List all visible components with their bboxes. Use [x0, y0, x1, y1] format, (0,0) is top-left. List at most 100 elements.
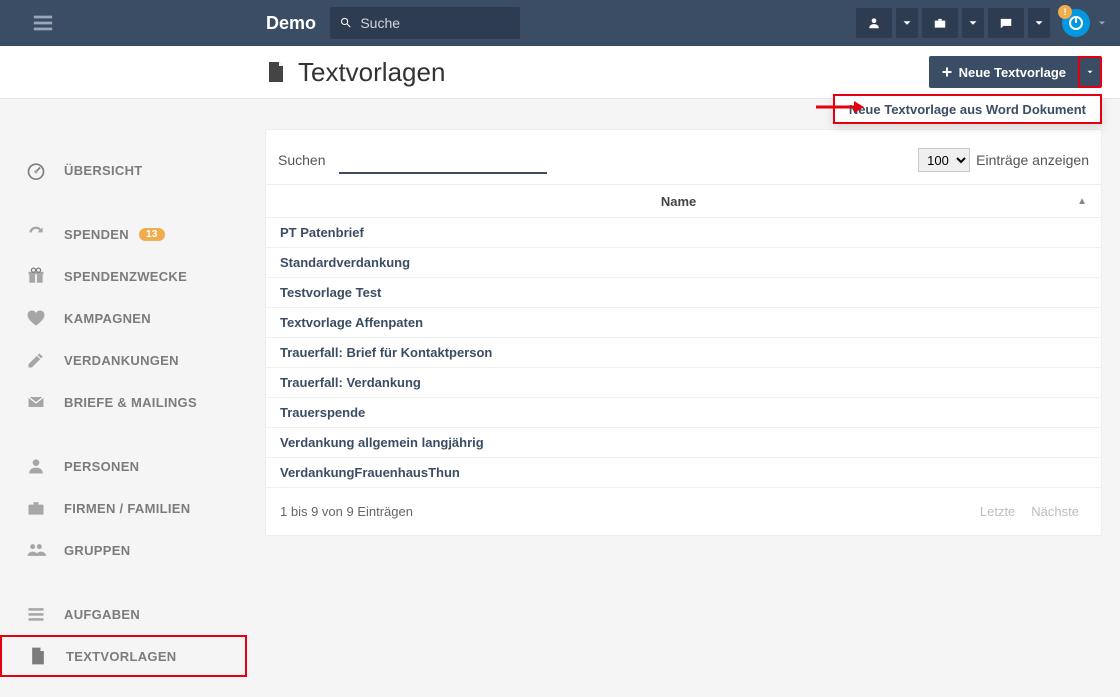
- sidebar: ÜBERSICHT SPENDEN13 SPENDENZWECKE KAMPAGNEN…: [0, 99, 247, 697]
- topbar: Demo !: [0, 0, 1120, 46]
- template-link[interactable]: VerdankungFrauenhausThun: [280, 465, 460, 480]
- file-icon: [28, 646, 48, 666]
- table-row: PT Patenbrief: [266, 218, 1101, 248]
- sidebar-item-firmen-familien[interactable]: FIRMEN / FAMILIEN: [0, 487, 247, 529]
- dropdown-item-label: Neue Textvorlage aus Word Dokument: [849, 102, 1086, 117]
- page-title: Textvorlagen: [298, 57, 445, 88]
- panel-controls: Suchen 100 Einträge anzeigen: [266, 130, 1101, 184]
- heart-icon: [26, 308, 46, 328]
- main-content: Suchen 100 Einträge anzeigen Name ▲ PT P…: [247, 99, 1120, 697]
- page-header: Textvorlagen Neue Textvorlage: [0, 46, 1120, 99]
- global-search-input[interactable]: [360, 15, 510, 31]
- user-menu-caret[interactable]: [896, 8, 918, 38]
- sidebar-item-label: ÜBERSICHT: [64, 163, 143, 178]
- search-icon: [340, 16, 352, 30]
- caret-down-icon: [1032, 16, 1046, 30]
- caret-down-icon: [1085, 67, 1095, 77]
- menu-toggle[interactable]: [20, 0, 66, 46]
- messages-button[interactable]: [988, 8, 1024, 38]
- table-info: 1 bis 9 von 9 Einträgen: [280, 504, 413, 519]
- search-label: Suchen: [278, 152, 325, 168]
- templates-panel: Suchen 100 Einträge anzeigen Name ▲ PT P…: [265, 129, 1102, 536]
- table-search-input[interactable]: [339, 146, 547, 174]
- sidebar-item-label: SPENDEN: [64, 227, 129, 242]
- caret-down-icon: [900, 16, 914, 30]
- user-menu-button[interactable]: [856, 8, 892, 38]
- sidebar-item-briefe-mailings[interactable]: BRIEFE & MAILINGS: [0, 381, 247, 423]
- org-menu-caret[interactable]: [962, 8, 984, 38]
- sidebar-item-kampagnen[interactable]: KAMPAGNEN: [0, 297, 247, 339]
- briefcase-icon: [26, 498, 46, 518]
- template-link[interactable]: PT Patenbrief: [280, 225, 364, 240]
- sidebar-item-label: BRIEFE & MAILINGS: [64, 395, 197, 410]
- envelope-icon: [26, 392, 46, 412]
- caret-down-icon: [966, 16, 980, 30]
- refresh-icon: [26, 224, 46, 244]
- table-row: Verdankung allgemein langjährig: [266, 428, 1101, 458]
- table-row: Testvorlage Test: [266, 278, 1101, 308]
- sidebar-item-label: FIRMEN / FAMILIEN: [64, 501, 190, 516]
- next-page[interactable]: Nächste: [1023, 500, 1087, 523]
- sidebar-item-label: AUFGABEN: [64, 607, 140, 622]
- table-footer: 1 bis 9 von 9 Einträgen Letzte Nächste: [266, 488, 1101, 535]
- column-name: Name: [280, 194, 1077, 209]
- table-row: Trauerspende: [266, 398, 1101, 428]
- table-row: Trauerfall: Brief für Kontaktperson: [266, 338, 1101, 368]
- sidebar-item-label: SPENDENZWECKE: [64, 269, 187, 284]
- sidebar-item-verdankungen[interactable]: VERDANKUNGEN: [0, 339, 247, 381]
- new-template-button[interactable]: Neue Textvorlage: [929, 56, 1078, 88]
- sidebar-item-label: PERSONEN: [64, 459, 139, 474]
- global-search[interactable]: [330, 7, 520, 39]
- topbar-actions: !: [856, 8, 1120, 38]
- templates-table: Name ▲ PT Patenbrief Standardverdankung Te…: [266, 184, 1101, 488]
- alert-badge: !: [1058, 5, 1072, 19]
- template-link[interactable]: Trauerfall: Verdankung: [280, 375, 421, 390]
- messages-caret[interactable]: [1028, 8, 1050, 38]
- table-header[interactable]: Name ▲: [266, 184, 1101, 218]
- sidebar-item-textvorlagen[interactable]: TEXTVORLAGEN: [0, 635, 247, 677]
- brand-label: Demo: [266, 13, 316, 34]
- template-link[interactable]: Trauerfall: Brief für Kontaktperson: [280, 345, 492, 360]
- sidebar-item-label: KAMPAGNEN: [64, 311, 151, 326]
- briefcase-icon: [933, 16, 947, 30]
- edit-icon: [26, 350, 46, 370]
- tasks-icon: [26, 604, 46, 624]
- sidebar-item--bersicht[interactable]: ÜBERSICHT: [0, 149, 247, 191]
- sidebar-item-gruppen[interactable]: GRUPPEN: [0, 529, 247, 571]
- caret-down-icon: [1096, 17, 1108, 29]
- sidebar-item-label: VERDANKUNGEN: [64, 353, 179, 368]
- new-template-label: Neue Textvorlage: [959, 65, 1066, 80]
- user-icon: [867, 16, 881, 30]
- sidebar-item-spendenzwecke[interactable]: SPENDENZWECKE: [0, 255, 247, 297]
- template-link[interactable]: Textvorlage Affenpaten: [280, 315, 423, 330]
- sort-asc-icon: ▲: [1077, 196, 1087, 207]
- new-template-dropdown-item[interactable]: Neue Textvorlage aus Word Dokument: [833, 94, 1102, 124]
- sidebar-item-label: TEXTVORLAGEN: [66, 649, 177, 664]
- entries-label: Einträge anzeigen: [976, 152, 1089, 168]
- org-menu-button[interactable]: [922, 8, 958, 38]
- new-template-dropdown-toggle[interactable]: [1078, 56, 1102, 88]
- template-link[interactable]: Testvorlage Test: [280, 285, 381, 300]
- page-size-select[interactable]: 100: [918, 148, 970, 172]
- file-icon: [264, 60, 288, 84]
- users-icon: [26, 540, 46, 560]
- message-icon: [999, 16, 1013, 30]
- table-row: Textvorlage Affenpaten: [266, 308, 1101, 338]
- prev-page[interactable]: Letzte: [972, 500, 1023, 523]
- sidebar-item-personen[interactable]: PERSONEN: [0, 445, 247, 487]
- sidebar-item-label: GRUPPEN: [64, 543, 130, 558]
- sidebar-item-spenden[interactable]: SPENDEN13: [0, 213, 247, 255]
- template-link[interactable]: Standardverdankung: [280, 255, 410, 270]
- power-icon: [1068, 15, 1084, 31]
- sidebar-item-aufgaben[interactable]: AUFGABEN: [0, 593, 247, 635]
- table-row: Standardverdankung: [266, 248, 1101, 278]
- template-link[interactable]: Trauerspende: [280, 405, 365, 420]
- bars-icon: [32, 12, 54, 34]
- power-menu[interactable]: !: [1062, 9, 1108, 37]
- table-row: Trauerfall: Verdankung: [266, 368, 1101, 398]
- dashboard-icon: [26, 160, 46, 180]
- gift-icon: [26, 266, 46, 286]
- user-icon: [26, 456, 46, 476]
- plus-icon: [941, 66, 953, 78]
- template-link[interactable]: Verdankung allgemein langjährig: [280, 435, 484, 450]
